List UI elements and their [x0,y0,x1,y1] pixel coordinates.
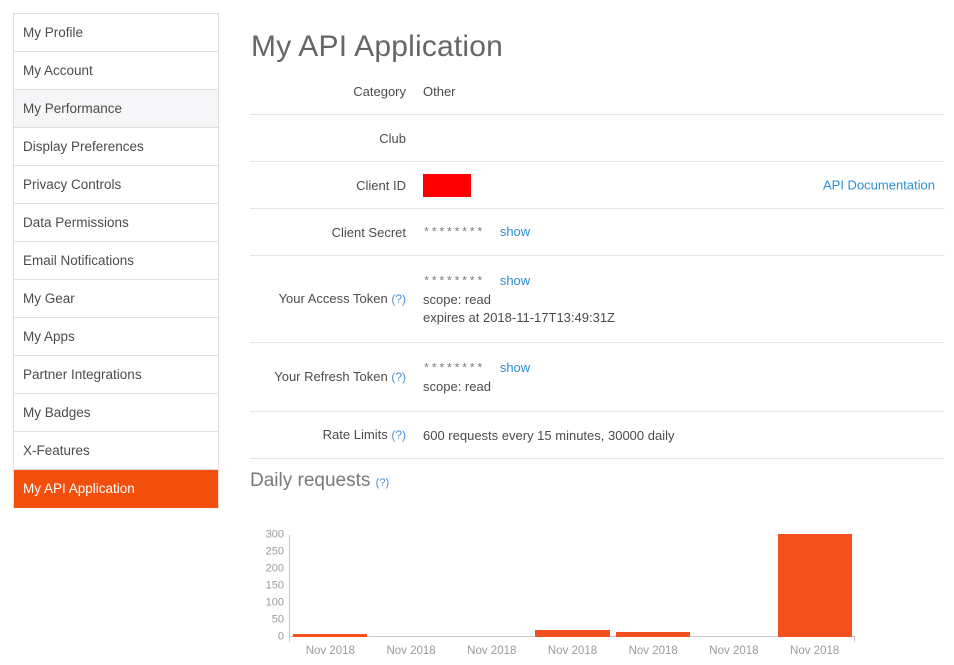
refresh-token-help-icon[interactable]: (?) [391,370,406,384]
main-content: My API Application Category Other Club C… [240,0,954,657]
value-rate-limits: 600 requests every 15 minutes, 30000 dai… [423,427,675,443]
row-client-secret: Client Secret ******** show [250,209,945,256]
bar-series [290,533,855,637]
y-axis-tick-label: 250 [265,545,284,558]
value-client-secret: ******** show [423,223,945,242]
show-client-secret-link[interactable]: show [500,223,530,240]
sidebar-item-label: Display Preferences [23,139,144,154]
x-axis-tick-label: Nov 2018 [790,645,840,657]
row-category: Category Other [250,68,945,115]
row-client-id: Client ID API Documentation [250,162,945,209]
row-refresh-token: Your Refresh Token (?) ******** show sco… [250,343,945,412]
x-axis-tick-label: Nov 2018 [467,645,517,657]
x-axis-tick-label: Nov 2018 [628,645,678,657]
sidebar-item-display-preferences[interactable]: Display Preferences [14,128,218,166]
sidebar-item-my-badges[interactable]: My Badges [14,394,218,432]
y-axis-tick-label: 150 [265,579,284,592]
access-token-scope: scope: read [423,291,491,307]
sidebar-item-my-account[interactable]: My Account [14,52,218,90]
value-category: Other [423,83,456,99]
access-token-expiry: expires at 2018-11-17T13:49:31Z [423,309,615,325]
y-axis-tick-label: 100 [265,596,284,609]
sidebar-item-my-apps[interactable]: My Apps [14,318,218,356]
sidebar-item-x-features[interactable]: X-Features [14,432,218,470]
x-axis-tick-label: Nov 2018 [386,645,436,657]
sidebar-item-label: My Account [23,63,93,78]
y-axis-tick-label: 50 [271,613,284,626]
sidebar-item-label: My Profile [23,25,84,40]
label-refresh-token: Your Refresh Token (?) [250,368,423,386]
y-axis-tick-label: 200 [265,562,284,575]
sidebar-item-label: Data Permissions [23,215,129,230]
label-access-token: Your Access Token (?) [250,290,423,308]
show-refresh-token-link[interactable]: show [500,359,530,376]
label-club: Club [379,130,406,146]
daily-requests-bar-chart: 0 50 100 150 200 250 300 Nov 2018 Nov 2018 Nov 2… [250,505,870,665]
access-token-masked: ******** [423,274,484,289]
page-title: My API Application [251,30,504,64]
sidebar-item-my-api-application[interactable]: My API Application [14,470,218,508]
value-access-token: ******** show scope: read expires at 201… [423,272,945,327]
sidebar-item-email-notifications[interactable]: Email Notifications [14,242,218,280]
bar-0 [293,634,368,637]
row-access-token: Your Access Token (?) ******** show scop… [250,256,945,343]
sidebar-item-my-gear[interactable]: My Gear [14,280,218,318]
label-category: Category [353,83,406,99]
row-rate-limits: Rate Limits (?) 600 requests every 15 mi… [250,412,945,459]
client-id-redaction-box [423,173,471,197]
sidebar-item-label: Email Notifications [23,253,135,268]
sidebar-item-label: My API Application [23,481,135,496]
client-secret-masked: ******** [423,225,484,240]
y-axis-tick-label: 0 [277,630,284,643]
label-rate-limits: Rate Limits (?) [250,426,423,444]
label-client-id: Client ID [356,177,406,193]
bar-3 [535,629,610,637]
daily-requests-chart-section: Daily requests (?) 0 50 100 150 200 250 300 No… [250,470,950,665]
label-refresh-token-text: Your Refresh Token [274,369,388,384]
chart-title-text: Daily requests [250,470,371,491]
y-axis-tick-label: 300 [265,528,284,541]
page-root: My Profile My Account My Performance Displa… [0,0,954,657]
row-club: Club [250,115,945,162]
sidebar-item-label: Privacy Controls [23,177,122,192]
show-access-token-link[interactable]: show [500,272,530,289]
sidebar-item-data-permissions[interactable]: Data Permissions [14,204,218,242]
x-axis-ticks: Nov 2018 Nov 2018 Nov 2018 Nov 2018 Nov 2018… [290,644,855,660]
application-details-table: Category Other Club Client ID API Docume… [250,68,945,459]
sidebar-item-label: My Badges [23,405,91,420]
x-axis-tick-label: Nov 2018 [305,645,355,657]
sidebar-item-label: My Apps [23,329,75,344]
daily-requests-help-icon[interactable]: (?) [376,477,389,489]
refresh-token-scope: scope: read [423,378,491,394]
refresh-token-masked: ******** [423,361,484,376]
sidebar-item-label: My Performance [23,101,123,116]
sidebar-item-label: My Gear [23,291,75,306]
chart-title: Daily requests (?) [250,470,950,494]
value-refresh-token: ******** show scope: read [423,359,945,396]
api-documentation-link[interactable]: API Documentation [823,178,935,193]
label-rate-limits-text: Rate Limits [322,427,388,442]
sidebar-item-privacy-controls[interactable]: Privacy Controls [14,166,218,204]
y-axis-ticks: 0 50 100 150 200 250 300 [250,505,284,665]
sidebar-item-label: X-Features [23,443,90,458]
settings-sidebar: My Profile My Account My Performance Displa… [13,13,219,508]
x-axis-tick-label: Nov 2018 [709,645,759,657]
sidebar-item-my-performance[interactable]: My Performance [14,90,218,128]
bar-6 [777,533,852,637]
x-axis-tick-label: Nov 2018 [547,645,598,657]
sidebar-item-my-profile[interactable]: My Profile [14,14,218,52]
rate-limits-help-icon[interactable]: (?) [391,428,406,442]
sidebar-item-partner-integrations[interactable]: Partner Integrations [14,356,218,394]
label-access-token-text: Your Access Token [278,291,388,306]
bar-4 [616,631,691,637]
access-token-help-icon[interactable]: (?) [391,292,406,306]
sidebar-item-label: Partner Integrations [23,367,142,382]
label-client-secret: Client Secret [331,224,406,240]
